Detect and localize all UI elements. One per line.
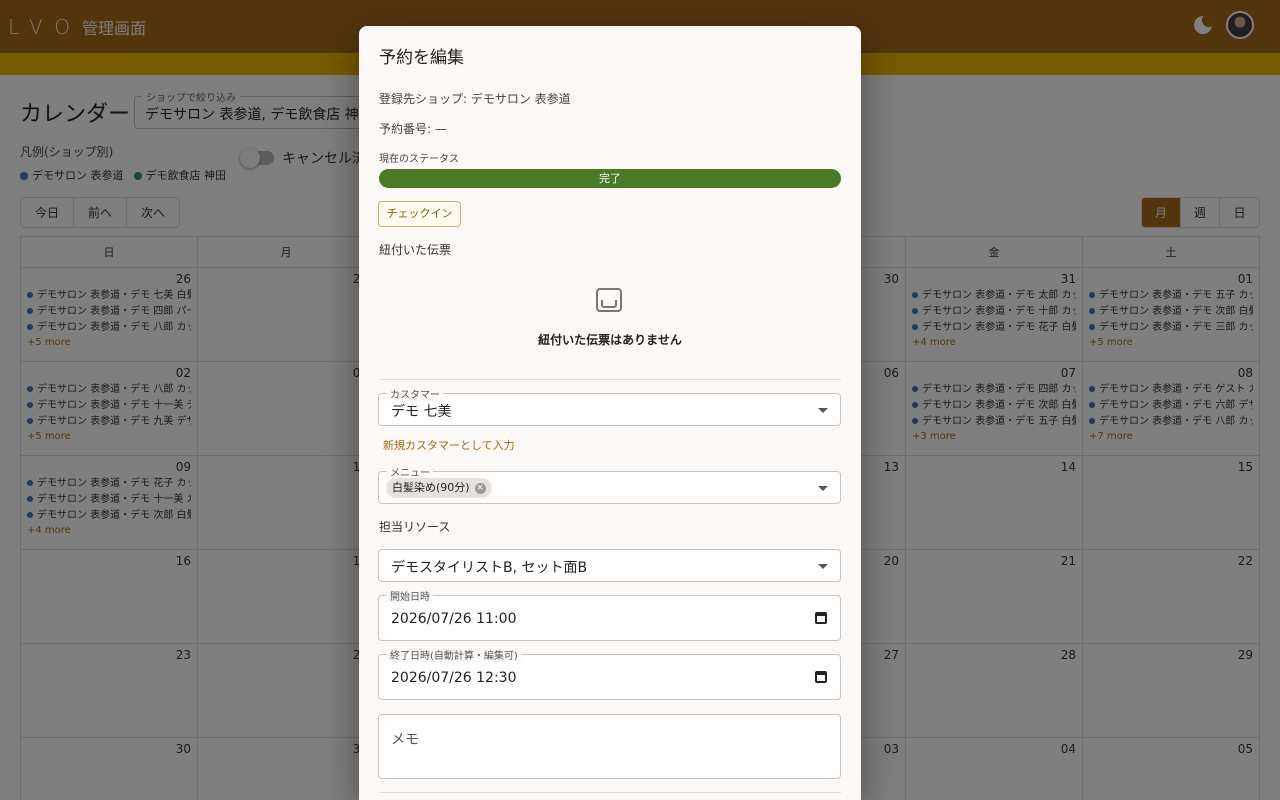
calendar-icon[interactable] <box>815 671 827 683</box>
reservation-number: 予約番号: — <box>379 122 447 136</box>
dialog-title: 予約を編集 <box>379 48 464 68</box>
resource-label: 担当リソース <box>379 520 451 534</box>
start-label: 開始日時 <box>387 588 433 603</box>
start-value: 2026/07/26 11:00 <box>391 611 517 627</box>
customer-label: カスタマー <box>387 386 443 401</box>
memo-placeholder: メモ <box>391 732 419 748</box>
shop-info: 登録先ショップ: デモサロン 表参道 <box>379 92 571 106</box>
divider <box>379 379 841 380</box>
resource-value: デモスタイリストB, セット面B <box>391 560 588 576</box>
chevron-down-icon <box>818 408 828 413</box>
menu-label: メニュー <box>387 464 433 479</box>
customer-select[interactable]: カスタマー デモ 七美 <box>378 386 841 426</box>
inbox-icon <box>596 288 622 312</box>
divider <box>379 792 841 793</box>
chevron-down-icon <box>818 564 828 569</box>
end-value: 2026/07/26 12:30 <box>391 670 517 686</box>
slips-label: 紐付いた伝票 <box>379 243 452 257</box>
status-badge: 完了 <box>379 169 841 188</box>
menu-chip: 白髪染め(90分) × <box>386 478 492 498</box>
chevron-down-icon <box>818 486 828 491</box>
edit-reservation-dialog: 予約を編集 登録先ショップ: デモサロン 表参道 予約番号: — 現在のステータ… <box>359 26 861 800</box>
customer-value: デモ 七美 <box>391 404 452 420</box>
end-datetime-input[interactable]: 終了日時(自動計算・編集可) 2026/07/26 12:30 <box>378 647 841 700</box>
start-datetime-input[interactable]: 開始日時 2026/07/26 11:00 <box>378 588 841 641</box>
checkin-button[interactable]: チェックイン <box>378 201 461 227</box>
calendar-icon[interactable] <box>815 612 827 624</box>
resource-select[interactable]: デモスタイリストB, セット面B <box>378 549 841 582</box>
menu-chip-label: 白髪染め(90分) <box>392 481 470 494</box>
memo-textarea[interactable]: メモ <box>378 714 841 779</box>
chip-remove-icon[interactable]: × <box>474 482 486 494</box>
end-label: 終了日時(自動計算・編集可) <box>387 647 521 662</box>
status-label: 現在のステータス <box>379 154 459 165</box>
menu-select[interactable]: メニュー 白髪染め(90分) × <box>378 464 841 504</box>
slips-empty-text: 紐付いた伝票はありません <box>538 333 682 347</box>
new-customer-link[interactable]: 新規カスタマーとして入力 <box>383 437 515 453</box>
